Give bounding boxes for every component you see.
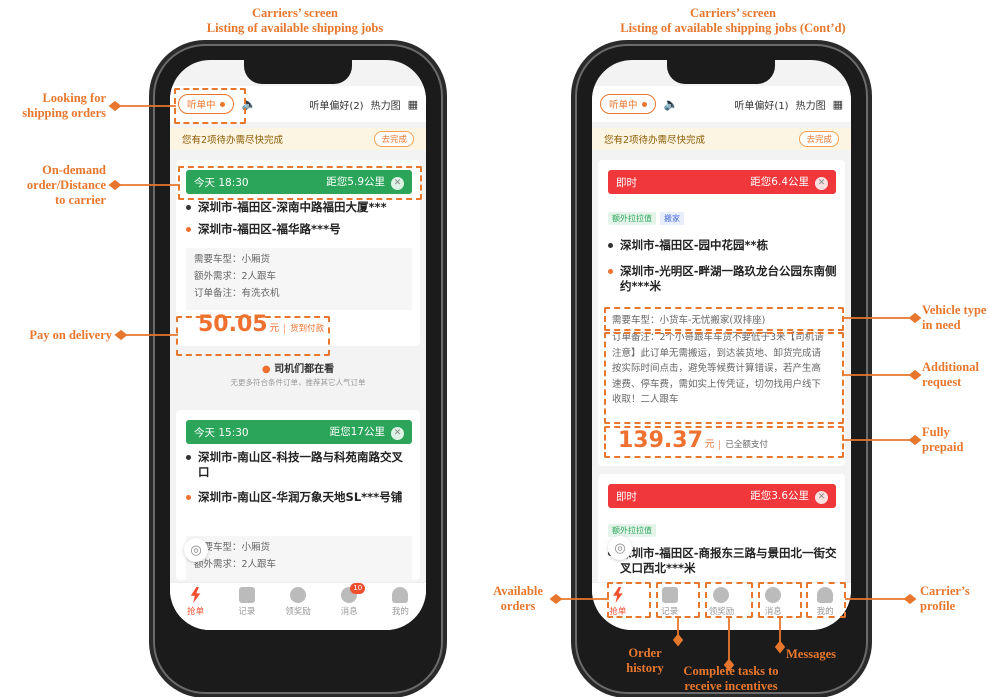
label-available-orders: Available orders (493, 584, 543, 613)
label-looking-for-orders: Looking for shipping orders (22, 91, 106, 120)
order-time: 即时 (616, 176, 637, 189)
dropoff-address: 深圳市-光明区-畔湖一路玖龙台公园东南侧约***米 (608, 264, 838, 294)
tag-moving: 搬家 (660, 212, 684, 225)
order-prefs-link[interactable]: 听单偏好(2) (309, 97, 363, 112)
locate-icon[interactable]: ◎ (608, 536, 632, 560)
left-title-line1: Carriers’ screen (252, 6, 338, 20)
label-additional-request: Additional request (922, 360, 979, 389)
label-on-demand: On-demand order/Distance to carrier (26, 163, 106, 207)
order-remark: 订单备注：有洗衣机 (194, 288, 280, 299)
left-order-card-2[interactable]: 今天 15:30 距您17公里 ✕ 深圳市-南山区-科技一路与科苑南路交叉口 深圳… (176, 410, 420, 580)
order-info: 需要车型：小厢货 额外需求：2人跟车 订单备注：有洗衣机 (186, 248, 412, 310)
left-tabbar: 抢单 记录 领奖励 消息 10 我的 (170, 582, 426, 630)
order-prefs-link[interactable]: 听单偏好(1) (734, 97, 788, 112)
notice-button[interactable]: 去完成 (374, 131, 414, 147)
order-header: 今天 15:30 距您17公里 ✕ (186, 420, 412, 444)
order-distance: 距您6.4公里 (750, 176, 809, 188)
close-icon[interactable]: ✕ (391, 427, 404, 440)
dropoff-address: 深圳市-南山区-华润万象天地SL***号铺 (186, 490, 412, 505)
label-complete-tasks: Complete tasks to receive incentives (683, 664, 779, 693)
heatmap-link[interactable]: 热力图 (796, 97, 826, 112)
tab-records[interactable]: 记录 (227, 583, 267, 617)
recommend-divider: ● 司机们都在看 无更多符合条件订单，推荐其它人气订单 (230, 364, 366, 387)
order-header: 即时 距您6.4公里 ✕ (608, 170, 836, 194)
right-topbar: 听单中 🔈 听单偏好(1) 热力图 ▦ (592, 86, 851, 122)
order-distance: 距您3.6公里 (750, 490, 809, 502)
highlight-status (174, 88, 246, 124)
extra-needs: 额外需求：2人跟车 (194, 271, 277, 282)
tab-grab-orders[interactable]: 抢单 (176, 583, 216, 617)
left-notice: 您有2项待办需尽快完成 去完成 (170, 128, 426, 150)
right-title: Carriers’ screen Listing of available sh… (588, 6, 878, 36)
grid-icon[interactable]: ▦ (833, 98, 843, 111)
notice-text: 您有2项待办需尽快完成 (604, 135, 706, 146)
speaker-icon[interactable]: 🔈 (664, 97, 679, 111)
listening-status-pill[interactable]: 听单中 (600, 94, 656, 114)
highlight-remark (604, 332, 844, 424)
label-carriers-profile: Carrier’s profile (920, 584, 970, 613)
tag-extra: 额外拉拉值 (608, 524, 656, 537)
highlight-vehicle (604, 307, 844, 331)
order-time: 今天 15:30 (194, 426, 249, 439)
right-title-line2: Listing of available shipping jobs (Cont… (620, 21, 846, 35)
highlight-tab-orders (607, 582, 651, 618)
right-notice: 您有2项待办需尽快完成 去完成 (592, 128, 851, 150)
order-distance: 距您17公里 (329, 426, 385, 438)
tab-messages[interactable]: 消息 10 (329, 583, 369, 617)
left-title-line2: Listing of available shipping jobs (206, 21, 384, 35)
pickup-address: 深圳市-福田区-商报东三路与景田北一街交叉口西北***米 (608, 546, 838, 576)
highlight-price (176, 316, 330, 356)
dropoff-address: 深圳市-福田区-福华路***号 (186, 222, 418, 237)
highlight-tab-profile (806, 582, 846, 618)
right-notch (667, 60, 775, 84)
label-fully-prepaid: Fully prepaid (922, 425, 964, 454)
highlight-tab-messages (758, 582, 802, 618)
highlight-tab-rewards (705, 582, 753, 618)
close-icon[interactable]: ✕ (815, 177, 828, 190)
notice-text: 您有2项待办需尽快完成 (182, 135, 284, 146)
right-title-line1: Carriers’ screen (690, 6, 776, 20)
order-header: 即时 距您3.6公里 ✕ (608, 484, 836, 508)
heatmap-link[interactable]: 热力图 (371, 97, 401, 112)
pickup-address: 深圳市-南山区-科技一路与科苑南路交叉口 (186, 450, 412, 480)
notice-button[interactable]: 去完成 (799, 131, 839, 147)
highlight-prepaid (604, 426, 844, 458)
pickup-address: 深圳市-福田区-园中花园**栋 (608, 238, 838, 253)
order-info: 需要车型：小厢货 额外需求：2人跟车 (186, 536, 412, 580)
tab-profile[interactable]: 我的 (380, 583, 420, 617)
label-vehicle-type: Vehicle type in need (922, 303, 987, 332)
highlight-header (178, 166, 422, 200)
tab-rewards[interactable]: 领奖励 (278, 583, 318, 617)
order-tags: 额外拉拉值 (608, 518, 660, 537)
label-pay-on-delivery: Pay on delivery (29, 328, 112, 342)
highlight-tab-history (656, 582, 700, 618)
left-title: Carriers’ screen Listing of available sh… (195, 6, 395, 36)
pickup-address: 深圳市-福田区-深南中路福田大厦*** (186, 200, 418, 215)
vehicle-type: 需要车型：小厢货 (194, 542, 271, 553)
close-icon[interactable]: ✕ (815, 491, 828, 504)
label-messages: Messages (786, 647, 836, 661)
grid-icon[interactable]: ▦ (408, 98, 418, 111)
extra-needs: 额外需求：2人跟车 (194, 559, 277, 570)
vehicle-type: 需要车型：小厢货 (194, 254, 271, 265)
left-notch (244, 60, 352, 84)
label-order-history: Order history (626, 646, 664, 675)
right-order-card-2[interactable]: 即时 距您3.6公里 ✕ 额外拉拉值 深圳市-福田区-商报东三路与景田北一街交叉口… (598, 474, 845, 594)
message-badge: 10 (350, 583, 366, 594)
locate-icon[interactable]: ◎ (184, 538, 208, 562)
order-tags: 额外拉拉值 搬家 (608, 206, 688, 225)
order-time: 即时 (616, 490, 637, 503)
tag-extra: 额外拉拉值 (608, 212, 656, 225)
